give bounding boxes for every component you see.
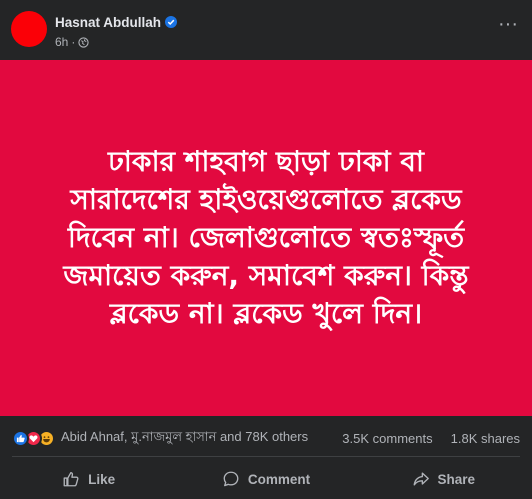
meta-separator: · [71,35,76,49]
post-time[interactable]: 6h [55,35,68,49]
like-icon [63,472,79,487]
author-row: Hasnat Abdullah [55,13,178,31]
like-reaction-icon [12,429,29,447]
post-content-card: ঢাকার শাহবাগ ছাড়া ঢাকা বা সারাদেশের হাই… [0,60,532,416]
post-text: ঢাকার শাহবাগ ছাড়া ঢাকা বা সারাদেশের হাই… [63,145,469,330]
engagement-counts: 3.5K comments 1.8K shares [324,428,520,448]
divider [12,456,520,457]
post-actions: Like Comment Share [0,460,532,498]
share-icon [413,472,429,486]
comment-icon [223,471,239,487]
post-stats: Abid Ahnaf, মু.নাজমুল হাসান and 78K othe… [0,428,532,448]
verified-badge-icon [165,16,178,28]
reactions-summary[interactable]: Abid Ahnaf, মু.নাজমুল হাসান and 78K othe… [12,428,308,448]
comments-count[interactable]: 3.5K comments [342,431,432,446]
like-label: Like [88,471,116,487]
avatar[interactable] [11,11,47,47]
reactors-text[interactable]: Abid Ahnaf, মু.নাজমুল হাসান and 78K othe… [61,428,308,449]
post-meta: 6h · [55,34,89,50]
like-button[interactable]: Like [4,462,174,496]
post-header: Hasnat Abdullah 6h · ··· [0,0,532,60]
shares-count[interactable]: 1.8K shares [451,431,520,446]
share-label: Share [437,471,476,487]
globe-icon[interactable] [78,36,89,48]
comment-button[interactable]: Comment [181,462,351,496]
share-button[interactable]: Share [358,462,528,496]
more-options-icon[interactable]: ··· [498,14,518,37]
comment-label: Comment [247,471,311,487]
author-name[interactable]: Hasnat Abdullah [55,15,161,30]
